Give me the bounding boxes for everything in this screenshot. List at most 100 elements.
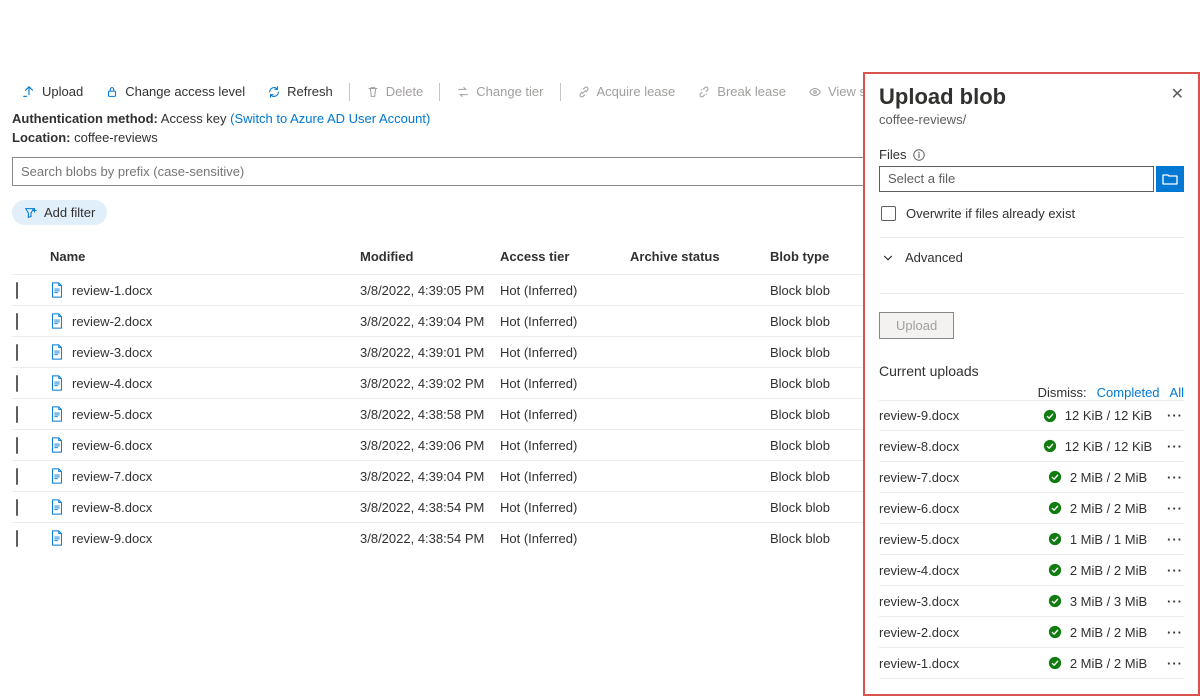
more-icon[interactable]: ··· xyxy=(1166,470,1184,485)
break-lease-label: Break lease xyxy=(717,84,786,99)
dismiss-completed-link[interactable]: Completed xyxy=(1097,385,1160,400)
tier-cell: Hot (Inferred) xyxy=(500,376,630,391)
document-icon xyxy=(50,313,64,329)
success-icon xyxy=(1048,563,1062,577)
type-cell: Block blob xyxy=(770,283,850,298)
info-icon[interactable] xyxy=(912,148,926,162)
modified-cell: 3/8/2022, 4:39:02 PM xyxy=(360,376,500,391)
more-icon[interactable]: ··· xyxy=(1166,408,1184,423)
row-checkbox[interactable] xyxy=(16,406,18,423)
type-cell: Block blob xyxy=(770,376,850,391)
upload-name: review-7.docx xyxy=(879,470,1029,485)
upload-size: 3 MiB / 3 MiB xyxy=(1070,594,1147,609)
upload-size: 12 KiB / 12 KiB xyxy=(1065,439,1152,454)
document-icon xyxy=(50,530,64,546)
change-tier-label: Change tier xyxy=(476,84,543,99)
acquire-lease-button: Acquire lease xyxy=(567,80,686,103)
upload-icon xyxy=(22,85,36,99)
overwrite-checkbox[interactable] xyxy=(881,206,896,221)
tier-cell: Hot (Inferred) xyxy=(500,345,630,360)
more-icon[interactable]: ··· xyxy=(1166,501,1184,516)
col-access-tier: Access tier xyxy=(500,249,630,264)
upload-row: review-2.docx2 MiB / 2 MiB··· xyxy=(879,617,1184,648)
col-archive-status: Archive status xyxy=(630,249,770,264)
change-access-label: Change access level xyxy=(125,84,245,99)
modified-cell: 3/8/2022, 4:39:01 PM xyxy=(360,345,500,360)
browse-button[interactable] xyxy=(1156,166,1184,192)
chevron-down-icon xyxy=(881,251,895,265)
col-name: Name xyxy=(40,249,360,264)
type-cell: Block blob xyxy=(770,407,850,422)
more-icon[interactable]: ··· xyxy=(1166,594,1184,609)
document-icon xyxy=(50,499,64,515)
upload-label: Upload xyxy=(42,84,83,99)
upload-row: review-6.docx2 MiB / 2 MiB··· xyxy=(879,493,1184,524)
advanced-toggle[interactable]: Advanced xyxy=(879,238,1184,277)
file-name: review-5.docx xyxy=(72,407,152,422)
modified-cell: 3/8/2022, 4:38:54 PM xyxy=(360,500,500,515)
eye-icon xyxy=(808,85,822,99)
panel-title: Upload blob xyxy=(879,84,1006,110)
row-checkbox[interactable] xyxy=(16,375,18,392)
file-select-input[interactable]: Select a file xyxy=(879,166,1154,192)
row-checkbox[interactable] xyxy=(16,499,18,516)
tier-cell: Hot (Inferred) xyxy=(500,438,630,453)
upload-row: review-7.docx 2 MiB / 2 MiB ··· xyxy=(879,462,1184,493)
add-filter-label: Add filter xyxy=(44,205,95,220)
tier-cell: Hot (Inferred) xyxy=(500,531,630,546)
close-icon[interactable]: ✕ xyxy=(1171,84,1184,104)
more-icon[interactable]: ··· xyxy=(1166,563,1184,578)
refresh-label: Refresh xyxy=(287,84,333,99)
acquire-lease-label: Acquire lease xyxy=(597,84,676,99)
filter-plus-icon xyxy=(24,206,38,220)
swap-icon xyxy=(456,85,470,99)
upload-size: 2 MiB / 2 MiB xyxy=(1070,656,1147,671)
refresh-button[interactable]: Refresh xyxy=(257,80,343,103)
switch-auth-link[interactable]: (Switch to Azure AD User Account) xyxy=(230,111,430,126)
upload-size: 12 KiB / 12 KiB xyxy=(1065,408,1152,423)
more-icon[interactable]: ··· xyxy=(1166,625,1184,640)
more-icon[interactable]: ··· xyxy=(1166,439,1184,454)
row-checkbox[interactable] xyxy=(16,468,18,485)
row-checkbox[interactable] xyxy=(16,282,18,299)
upload-row: review-1.docx 2 MiB / 2 MiB ··· xyxy=(879,648,1184,679)
file-name: review-4.docx xyxy=(72,376,152,391)
break-lease-button: Break lease xyxy=(687,80,796,103)
files-label: Files xyxy=(879,147,906,162)
file-name: review-9.docx xyxy=(72,531,152,546)
panel-subtitle: coffee-reviews/ xyxy=(879,112,1006,127)
delete-button: Delete xyxy=(356,80,434,103)
change-access-button[interactable]: Change access level xyxy=(95,80,255,103)
upload-size: 2 MiB / 2 MiB xyxy=(1070,470,1147,485)
dismiss-all-link[interactable]: All xyxy=(1170,385,1184,400)
location-label: Location: xyxy=(12,130,71,145)
success-icon xyxy=(1048,532,1062,546)
upload-name: review-4.docx xyxy=(879,563,1029,578)
upload-blob-panel: Upload blob coffee-reviews/ ✕ Files Sele… xyxy=(863,72,1200,696)
advanced-label: Advanced xyxy=(905,250,963,265)
type-cell: Block blob xyxy=(770,438,850,453)
tier-cell: Hot (Inferred) xyxy=(500,407,630,422)
link-icon xyxy=(577,85,591,99)
col-blob-type: Blob type xyxy=(770,249,850,264)
row-checkbox[interactable] xyxy=(16,530,18,547)
document-icon xyxy=(50,437,64,453)
upload-name: review-2.docx xyxy=(879,625,1029,640)
add-filter-button[interactable]: Add filter xyxy=(12,200,107,225)
lock-icon xyxy=(105,85,119,99)
row-checkbox[interactable] xyxy=(16,313,18,330)
type-cell: Block blob xyxy=(770,500,850,515)
upload-submit-button[interactable]: Upload xyxy=(879,312,954,339)
col-modified: Modified xyxy=(360,249,500,264)
upload-name: review-1.docx xyxy=(879,656,1029,671)
more-icon[interactable]: ··· xyxy=(1166,656,1184,671)
upload-row: review-9.docx12 KiB / 12 KiB··· xyxy=(879,400,1184,431)
upload-row: review-5.docx1 MiB / 1 MiB··· xyxy=(879,524,1184,555)
row-checkbox[interactable] xyxy=(16,437,18,454)
upload-button[interactable]: Upload xyxy=(12,80,93,103)
dismiss-label: Dismiss: xyxy=(1038,385,1087,400)
row-checkbox[interactable] xyxy=(16,344,18,361)
success-icon xyxy=(1048,470,1062,484)
document-icon xyxy=(50,468,64,484)
more-icon[interactable]: ··· xyxy=(1166,532,1184,547)
